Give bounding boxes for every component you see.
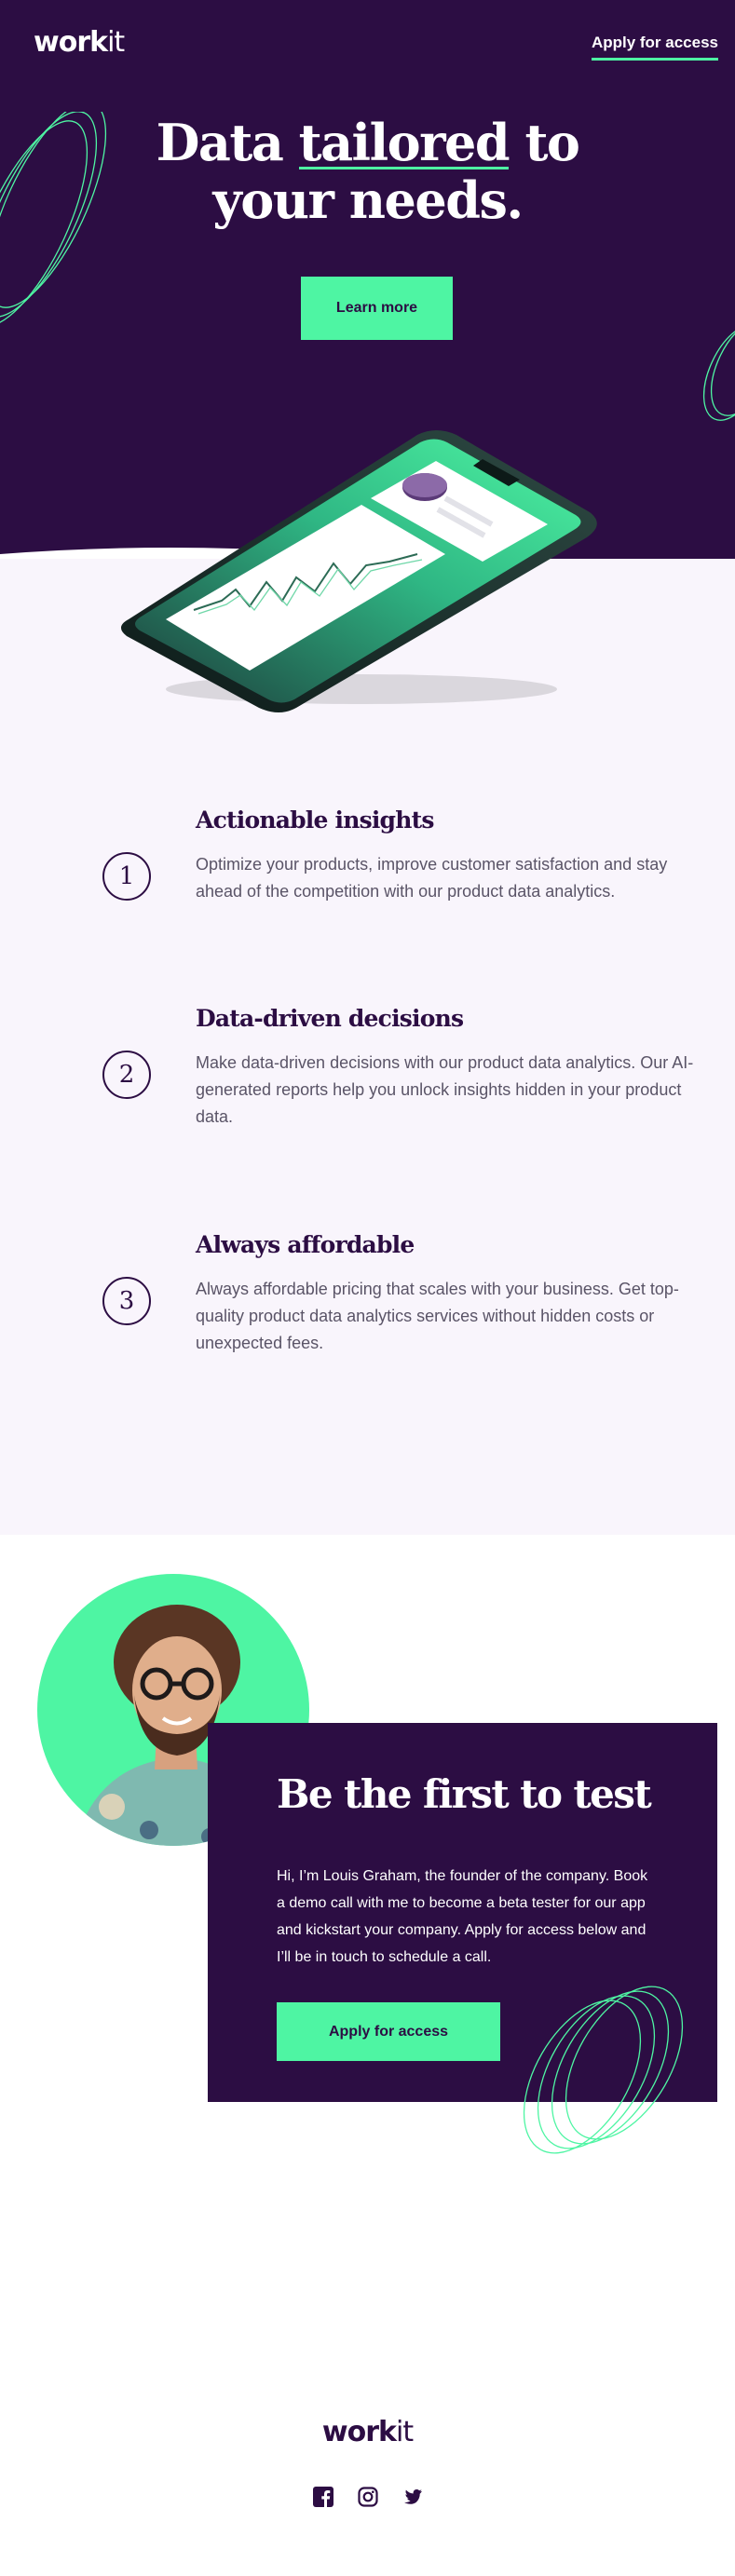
- logo-bold: work: [34, 26, 108, 59]
- hero-title: Data tailored to your needs.: [0, 114, 735, 229]
- decorative-rings-right: [702, 319, 735, 421]
- hero-title-line2: your needs.: [212, 170, 524, 230]
- feature-title: Always affordable: [196, 1231, 415, 1258]
- feature-number: 2: [102, 1051, 151, 1099]
- feature-text: Make data-driven decisions with our prod…: [196, 1053, 694, 1126]
- decorative-rings-cta: [523, 1986, 684, 2154]
- feature-title: Data-driven decisions: [196, 1005, 464, 1032]
- social-links: [0, 2487, 735, 2507]
- feature-title: Actionable insights: [196, 807, 434, 834]
- learn-more-button[interactable]: Learn more: [301, 277, 453, 340]
- feature-number: 3: [102, 1277, 151, 1325]
- hero-title-highlight: tailored: [298, 113, 510, 172]
- footer-logo-bold: work: [321, 2416, 397, 2448]
- header-logo[interactable]: workit: [34, 26, 125, 59]
- facebook-icon[interactable]: [312, 2487, 333, 2507]
- logo-light: it: [107, 26, 125, 59]
- footer-logo[interactable]: workit: [0, 2416, 735, 2448]
- instagram-icon[interactable]: [357, 2487, 378, 2507]
- phone-illustration: [120, 430, 597, 712]
- cta-text: Hi, I’m Louis Graham, the founder of the…: [277, 1868, 648, 1965]
- twitter-icon[interactable]: [402, 2487, 423, 2507]
- hero-title-pre: Data: [156, 113, 299, 172]
- footer-logo-light: it: [395, 2416, 414, 2448]
- apply-for-access-button[interactable]: Apply for access: [277, 2002, 500, 2061]
- feature-text: Optimize your products, improve customer…: [196, 855, 668, 901]
- feature-number: 1: [102, 852, 151, 901]
- hero-title-post: to: [509, 113, 579, 172]
- feature-text: Always affordable pricing that scales wi…: [196, 1280, 679, 1352]
- cta-title: Be the first to test: [277, 1771, 652, 1817]
- apply-for-access-link[interactable]: Apply for access: [591, 34, 718, 61]
